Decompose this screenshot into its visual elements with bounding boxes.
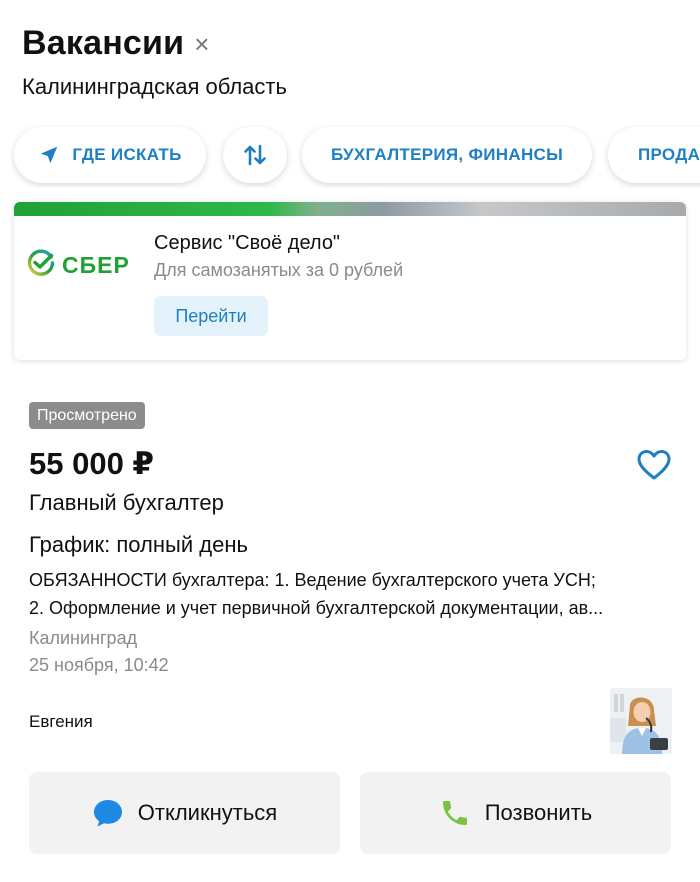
phone-icon bbox=[439, 797, 471, 829]
job-description: ОБЯЗАННОСТИ бухгалтера: 1. Ведение бухга… bbox=[29, 566, 679, 622]
sber-brand: СБЕР bbox=[62, 252, 130, 278]
work-schedule: График: полный день bbox=[29, 532, 248, 557]
sber-ad-card[interactable]: СБЕР Сервис "Своё дело" Для самозанятых … bbox=[14, 202, 686, 360]
next-category-label: ПРОДА bbox=[638, 145, 700, 164]
filter-chips: ГДЕ ИСКАТЬ БУХГАЛТЕРИЯ, ФИНАНСЫ ПРОДА bbox=[0, 124, 700, 188]
job-title[interactable]: Главный бухгалтер bbox=[29, 490, 224, 516]
close-icon[interactable]: × bbox=[194, 31, 209, 57]
sber-check-icon bbox=[26, 248, 56, 283]
ad-title: Сервис "Своё дело" bbox=[154, 232, 341, 254]
call-button[interactable]: Позвонить bbox=[360, 772, 671, 854]
job-city: Калининград bbox=[29, 628, 138, 648]
author-name[interactable]: Евгения bbox=[29, 712, 93, 732]
description-line: ОБЯЗАННОСТИ бухгалтера: 1. Ведение бухга… bbox=[29, 570, 596, 590]
author-avatar[interactable] bbox=[610, 688, 672, 754]
page-title: Вакансии bbox=[22, 24, 185, 62]
location-arrow-icon bbox=[38, 144, 60, 166]
chat-bubble-icon bbox=[92, 798, 124, 828]
category-chip[interactable]: БУХГАЛТЕРИЯ, ФИНАНСЫ bbox=[302, 127, 592, 183]
publish-date: 25 ноября, 10:42 bbox=[29, 655, 169, 675]
ad-subtitle: Для самозанятых за 0 рублей bbox=[154, 260, 404, 280]
ad-go-button[interactable]: Перейти bbox=[154, 296, 268, 336]
salary: 55 000 ₽ bbox=[29, 446, 154, 481]
sort-chip[interactable] bbox=[223, 127, 287, 183]
sort-arrows-icon bbox=[242, 142, 268, 168]
respond-label: Откликнуться bbox=[137, 800, 278, 825]
category-label: БУХГАЛТЕРИЯ, ФИНАНСЫ bbox=[330, 145, 564, 164]
respond-button[interactable]: Откликнуться bbox=[29, 772, 340, 854]
favorite-heart-icon[interactable] bbox=[636, 448, 672, 487]
region-label: Калининградская область bbox=[22, 74, 287, 99]
next-category-chip[interactable]: ПРОДА bbox=[608, 127, 700, 183]
ad-banner-image bbox=[14, 202, 686, 216]
where-to-search-chip[interactable]: ГДЕ ИСКАТЬ bbox=[14, 127, 206, 183]
page-header: Вакансии × bbox=[22, 24, 209, 63]
where-to-search-label: ГДЕ ИСКАТЬ bbox=[72, 145, 182, 164]
sber-logo: СБЕР bbox=[26, 248, 130, 283]
call-label: Позвонить bbox=[484, 800, 593, 825]
description-line: 2. Оформление и учет первичной бухгалтер… bbox=[29, 598, 604, 618]
viewed-badge: Просмотрено bbox=[29, 402, 145, 429]
